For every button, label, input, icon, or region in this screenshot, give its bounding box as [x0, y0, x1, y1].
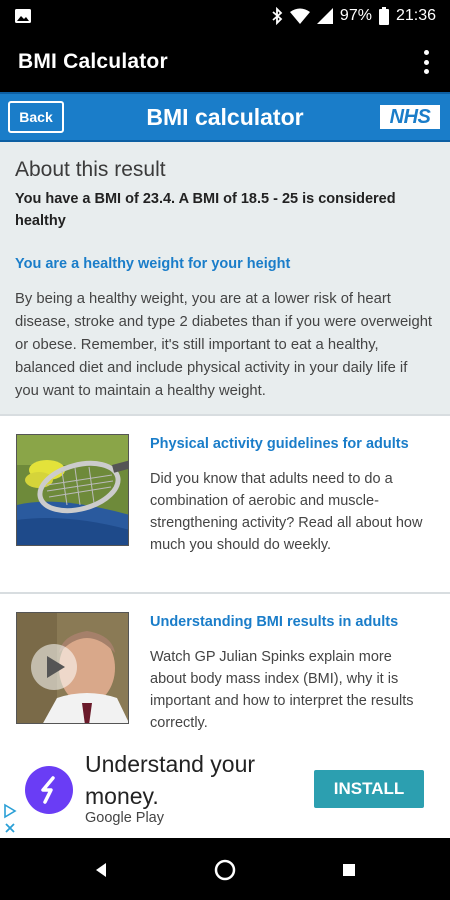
nhs-header: Back BMI calculator NHS: [0, 92, 450, 142]
card-title[interactable]: Physical activity guidelines for adults: [150, 434, 436, 454]
signal-icon: [316, 8, 333, 24]
bluetooth-icon: [271, 7, 283, 25]
install-button[interactable]: INSTALL: [314, 770, 424, 808]
overflow-menu-icon[interactable]: [416, 50, 436, 74]
ad-banner[interactable]: Understand your money. Google Play INSTA…: [0, 746, 450, 838]
card-title[interactable]: Understanding BMI results in adults: [150, 612, 436, 632]
ad-app-logo[interactable]: [25, 766, 73, 814]
app-bar: BMI Calculator: [0, 32, 450, 92]
result-panel: About this result You have a BMI of 23.4…: [0, 142, 450, 414]
tennis-racket-image: [16, 434, 129, 546]
clock: 21:36: [395, 7, 436, 24]
back-nav-icon[interactable]: [89, 858, 113, 882]
video-thumbnail[interactable]: [16, 612, 129, 724]
recents-nav-icon[interactable]: [337, 858, 361, 882]
nhs-logo: NHS: [380, 105, 440, 129]
result-heading: About this result: [15, 158, 166, 181]
card-text: Did you know that adults need to do a co…: [150, 471, 423, 553]
wifi-icon: [289, 8, 310, 24]
result-summary: You have a BMI of 23.4. A BMI of 18.5 - …: [15, 191, 396, 229]
result-status: You are a healthy weight for your height: [15, 256, 291, 272]
ad-store-label: Google Play: [85, 810, 164, 826]
article-card[interactable]: Physical activity guidelines for adults …: [0, 416, 450, 594]
status-bar: 97% 21:36: [0, 0, 450, 32]
ad-headline[interactable]: Understand your money.: [85, 748, 285, 812]
content-scroll[interactable]: About this result You have a BMI of 23.4…: [0, 142, 450, 746]
status-icons: 97% 21:36: [271, 6, 436, 26]
ad-choices-icon[interactable]: [2, 802, 18, 836]
card-text: Watch GP Julian Spinks explain more abou…: [150, 649, 414, 731]
navigation-bar: [0, 838, 450, 900]
battery-percent: 97%: [339, 7, 372, 24]
home-nav-icon[interactable]: [213, 858, 237, 882]
result-body: By being a healthy weight, you are at a …: [15, 291, 433, 399]
article-card[interactable]: Understanding BMI results in adults Watc…: [0, 594, 450, 746]
battery-icon: [378, 7, 389, 25]
app-title: BMI Calculator: [18, 50, 168, 73]
image-notification-icon: [14, 8, 32, 24]
